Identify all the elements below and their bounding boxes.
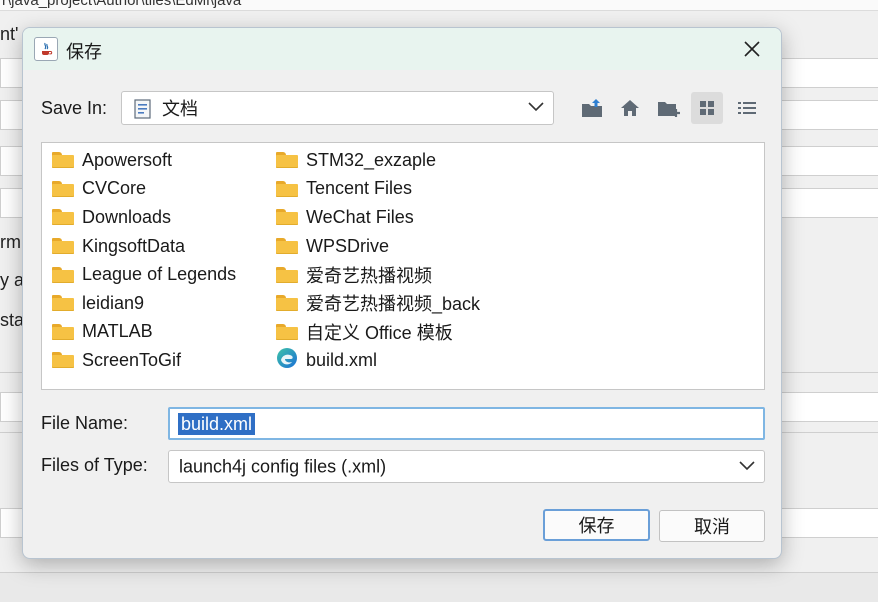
new-folder-icon <box>658 102 680 117</box>
file-list-item[interactable]: League of Legends <box>52 260 236 289</box>
file-list-item[interactable]: build.xml <box>276 346 480 375</box>
file-name-input[interactable]: build.xml <box>168 407 765 440</box>
folder-icon <box>276 209 298 226</box>
folder-icon <box>276 323 298 340</box>
background-path-text: r\java_project\Author\tiles\EdMi\java <box>2 0 242 9</box>
file-name-text: 爱奇艺热播视频 <box>306 265 432 286</box>
file-name-text: Tencent Files <box>306 178 413 199</box>
up-folder-button[interactable] <box>576 92 608 124</box>
file-name-label: File Name: <box>41 413 129 433</box>
file-column-1: Apowersoft CVCore Downloads KingsoftData Lea… <box>52 146 236 375</box>
file-type-dropdown[interactable]: launch4j config files (.xml) <box>168 450 765 483</box>
up-folder-icon <box>582 99 602 117</box>
background-text-fragment: nt' <box>0 24 19 44</box>
file-list-item[interactable]: 爱奇艺热播视频_back <box>276 289 480 318</box>
file-name-text: Downloads <box>82 206 172 227</box>
folder-icon <box>276 180 298 197</box>
file-list-item[interactable]: KingsoftData <box>52 232 236 261</box>
dialog-titlebar: 保存 <box>23 28 781 70</box>
folder-icon <box>276 295 298 312</box>
list-view-button[interactable] <box>691 92 723 124</box>
cancel-button[interactable]: 取消 <box>659 510 765 542</box>
save-in-label: Save In: <box>41 98 108 118</box>
file-name-text: KingsoftData <box>82 235 186 256</box>
file-list-item[interactable]: leidian9 <box>52 289 236 318</box>
file-name-text: leidian9 <box>82 292 145 313</box>
background-text-fragment: sta <box>0 310 25 330</box>
folder-icon <box>52 266 74 283</box>
folder-icon <box>52 352 74 369</box>
file-list-item[interactable]: Downloads <box>52 203 236 232</box>
java-app-icon <box>34 37 58 61</box>
dialog-title: 保存 <box>66 42 102 62</box>
documents-icon <box>134 99 152 124</box>
save-in-value: 文档 <box>162 99 198 119</box>
file-list-item[interactable]: Apowersoft <box>52 146 236 175</box>
file-name-text: MATLAB <box>82 321 153 342</box>
file-list-item[interactable]: STM32_exzaple <box>276 146 480 175</box>
file-list[interactable]: Apowersoft CVCore Downloads KingsoftData Lea… <box>41 142 765 390</box>
file-name-selected-text: build.xml <box>178 413 256 435</box>
background-path-bar: r\java_project\Author\tiles\EdMi\java <box>0 0 878 11</box>
file-name-text: WPSDrive <box>306 235 390 256</box>
home-button[interactable] <box>614 92 646 124</box>
file-list-item[interactable]: Tencent Files <box>276 175 480 204</box>
background-bottom-panel <box>0 572 878 602</box>
folder-icon <box>276 266 298 283</box>
file-name-text: build.xml <box>306 349 378 370</box>
save-button[interactable]: 保存 <box>543 509 650 541</box>
folder-icon <box>52 180 74 197</box>
file-list-item[interactable]: MATLAB <box>52 318 236 347</box>
file-list-item[interactable]: WeChat Files <box>276 203 480 232</box>
list-view-icon <box>700 101 714 115</box>
new-folder-button[interactable] <box>653 92 685 124</box>
chevron-down-icon <box>739 458 755 476</box>
edge-file-icon <box>276 347 298 374</box>
close-icon <box>744 41 760 57</box>
folder-icon <box>52 323 74 340</box>
chevron-down-icon <box>528 99 544 117</box>
file-name-text: Apowersoft <box>82 149 173 170</box>
file-name-text: League of Legends <box>82 264 237 285</box>
file-name-text: 自定义 Office 模板 <box>306 322 453 343</box>
close-button[interactable] <box>729 32 775 66</box>
folder-icon <box>276 152 298 169</box>
file-list-item[interactable]: CVCore <box>52 175 236 204</box>
details-view-button[interactable] <box>731 92 763 124</box>
background-text-fragment: rm <box>0 232 21 252</box>
file-name-text: STM32_exzaple <box>306 149 437 170</box>
file-list-item[interactable]: ScreenToGif <box>52 346 236 375</box>
file-name-text: WeChat Files <box>306 206 414 227</box>
details-view-icon <box>738 102 756 114</box>
file-name-text: ScreenToGif <box>82 349 182 370</box>
file-name-text: CVCore <box>82 178 147 199</box>
file-name-text: 爱奇艺热播视频_back <box>306 294 481 315</box>
file-list-item[interactable]: 自定义 Office 模板 <box>276 318 480 347</box>
home-icon <box>621 100 639 116</box>
file-type-label: Files of Type: <box>41 455 148 475</box>
folder-icon <box>52 209 74 226</box>
save-in-dropdown[interactable]: 文档 <box>121 91 554 125</box>
folder-icon <box>52 238 74 255</box>
folder-icon <box>276 238 298 255</box>
file-column-2: STM32_exzaple Tencent Files WeChat Files WP… <box>276 146 480 375</box>
folder-icon <box>52 295 74 312</box>
file-list-item[interactable]: 爱奇艺热播视频 <box>276 260 480 289</box>
background-text-fragment: y a <box>0 270 25 290</box>
file-type-value: launch4j config files (.xml) <box>179 456 387 476</box>
save-dialog: 保存 Save In: 文档 Apowersoft CVCore Downloa… <box>22 27 782 559</box>
file-list-item[interactable]: WPSDrive <box>276 232 480 261</box>
folder-icon <box>52 152 74 169</box>
